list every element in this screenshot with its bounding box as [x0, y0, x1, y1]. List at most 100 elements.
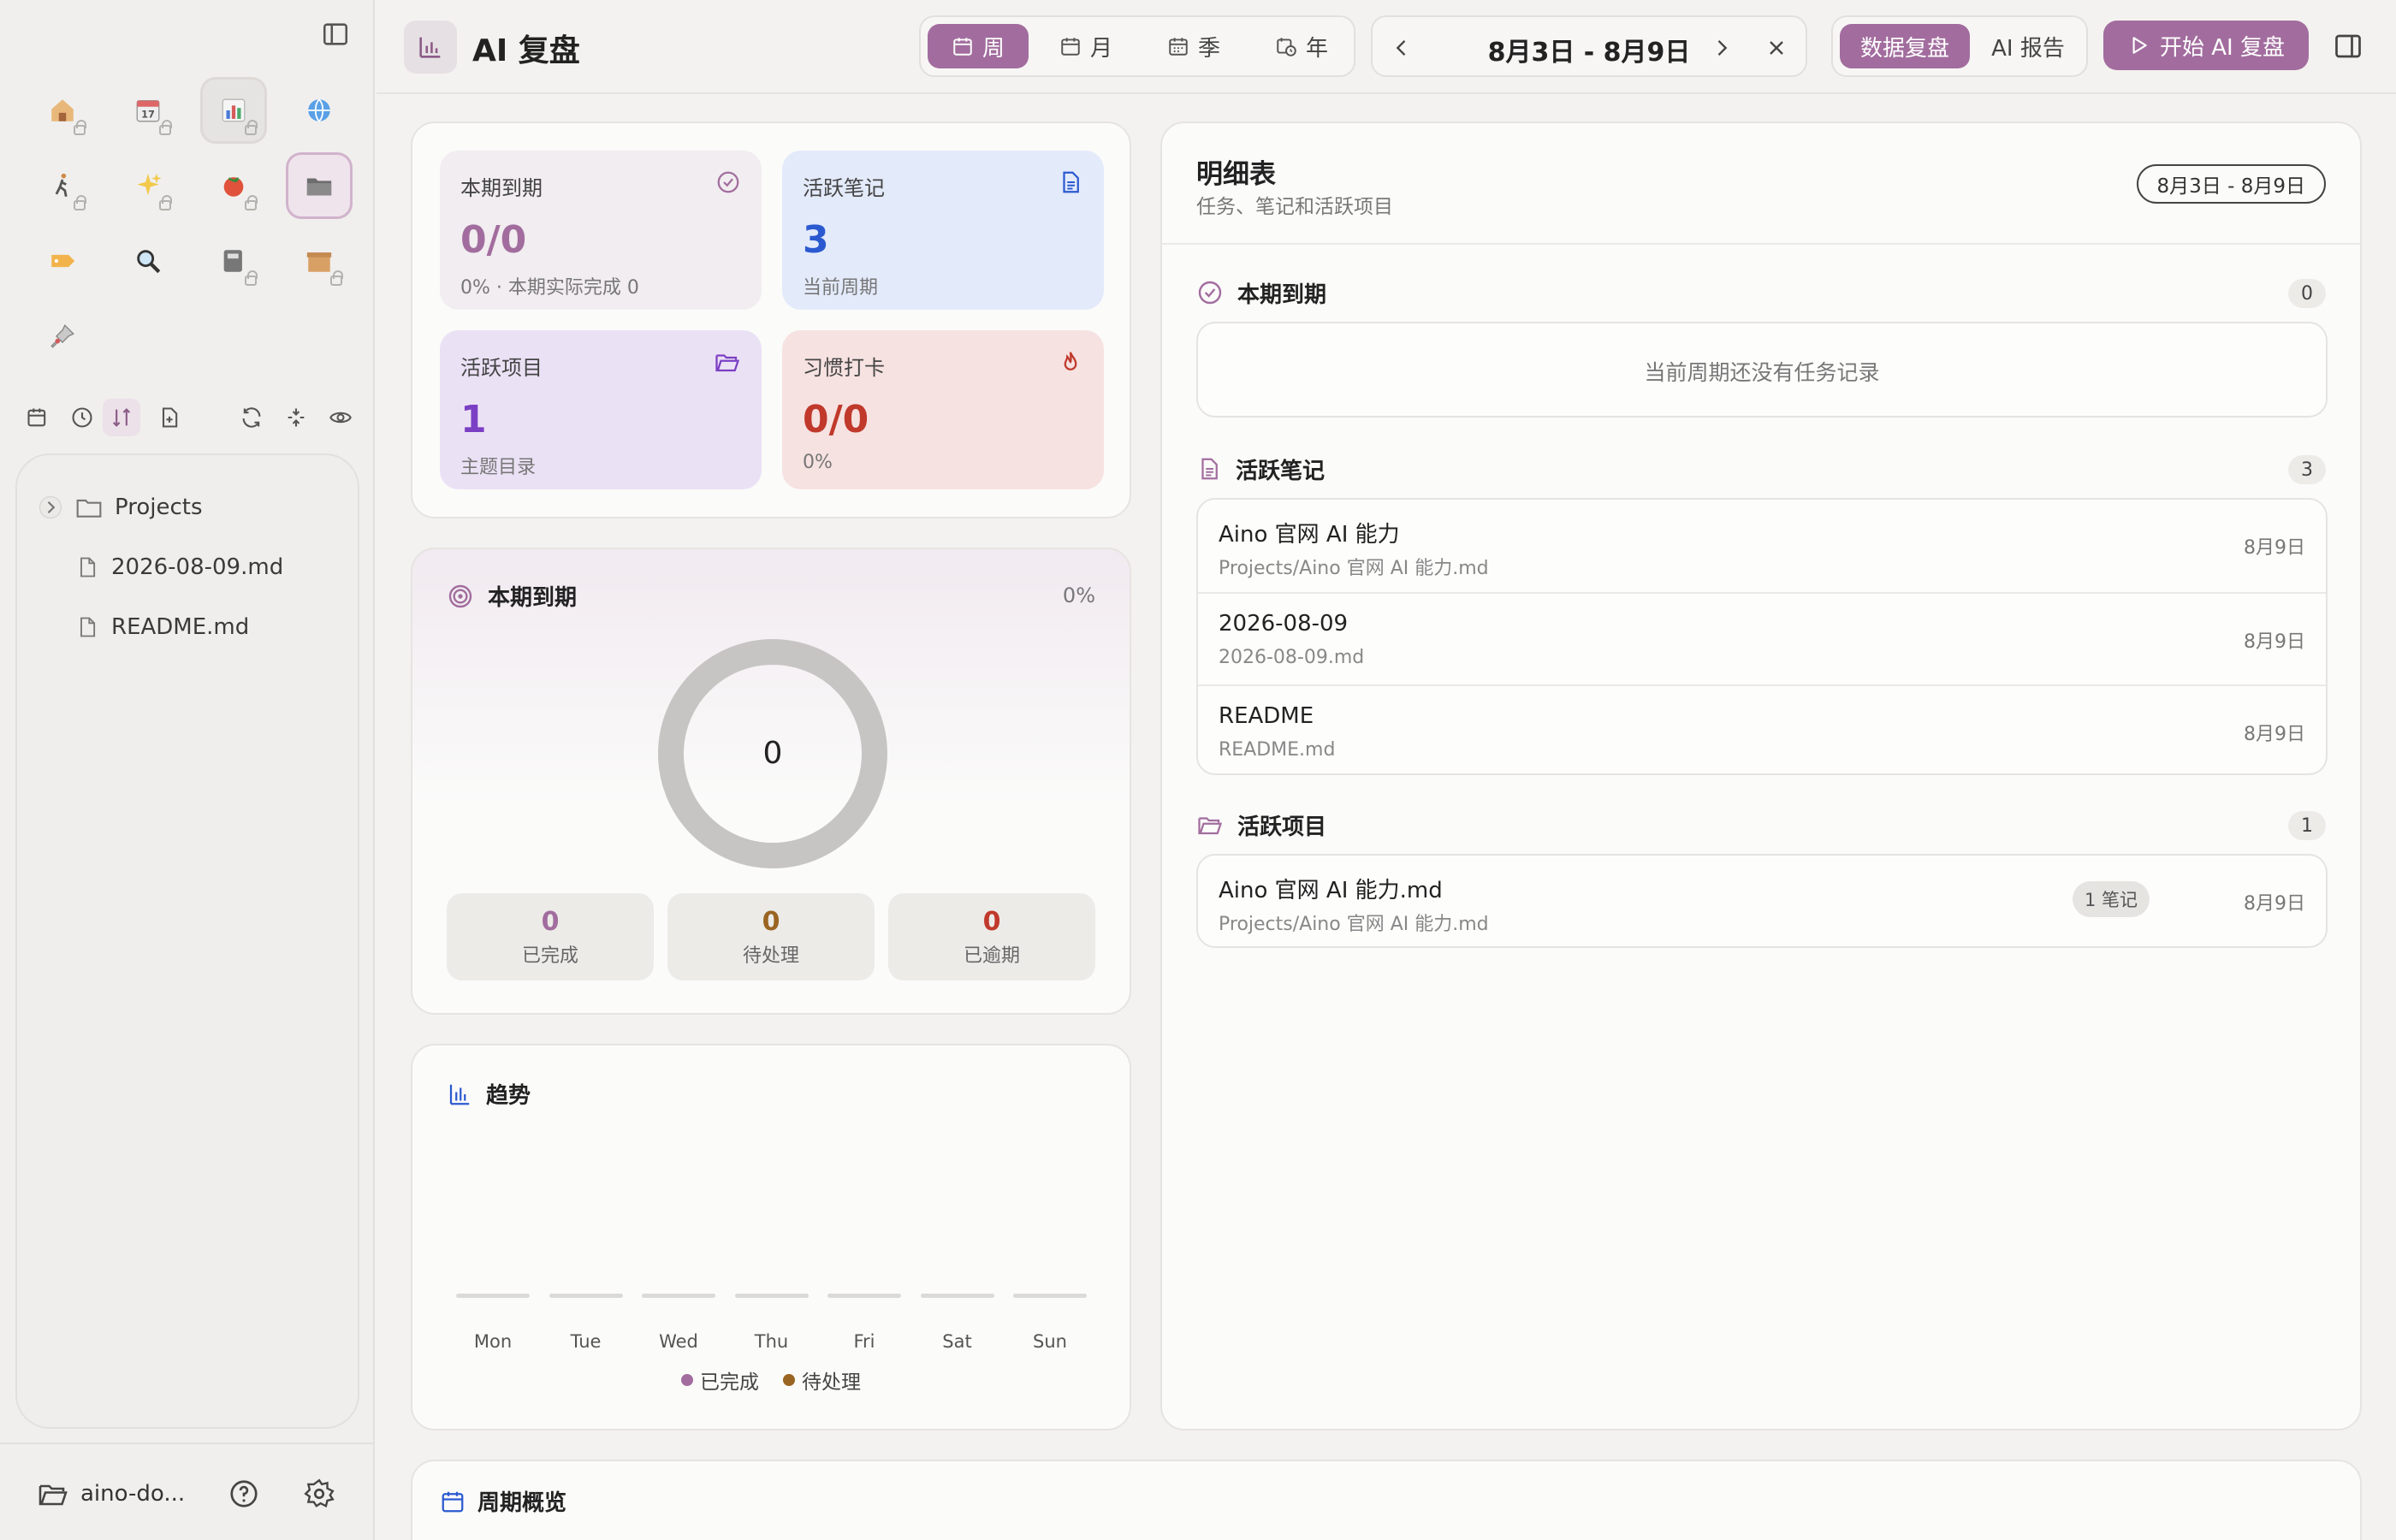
stat-value: 3: [803, 218, 829, 262]
pin-icon: [45, 319, 80, 353]
close-icon: [1770, 41, 1783, 55]
list-item[interactable]: Aino 官网 AI 能力 Projects/Aino 官网 AI 能力.md …: [1198, 500, 2326, 590]
overdue-label: 已逾期: [963, 945, 1020, 967]
help-button[interactable]: [228, 1475, 260, 1513]
folder-open-icon: [38, 1478, 68, 1509]
app-notebook[interactable]: [200, 228, 267, 294]
project-path: Projects/Aino 官网 AI 能力.md: [1219, 914, 1489, 935]
file-icon: [75, 554, 99, 580]
view-selector: 数据复盘 AI 报告: [1831, 15, 2088, 77]
app-folder[interactable]: [286, 152, 353, 219]
trend-legend: 已完成 待处理: [411, 1365, 1131, 1395]
section-count: 0: [2288, 279, 2326, 308]
bar-chart-icon: [449, 1084, 470, 1105]
stat-due[interactable]: 本期到期 0/0 0% · 本期实际完成 0: [440, 151, 762, 310]
tab-quarter[interactable]: 季: [1143, 24, 1244, 68]
refresh-button[interactable]: [233, 399, 270, 436]
trend-header: 趋势: [447, 1078, 531, 1110]
home-icon: [45, 93, 80, 127]
tab-label: 月: [1089, 35, 1112, 62]
list-item[interactable]: README README.md 8月9日: [1198, 684, 2326, 775]
note-date: 8月9日: [2244, 631, 2305, 653]
sort-icon: [112, 408, 131, 427]
app-ai[interactable]: [115, 152, 181, 219]
globe-icon: [302, 93, 336, 127]
lock-icon: [74, 120, 86, 135]
list-item[interactable]: Aino 官网 AI 能力.md Projects/Aino 官网 AI 能力.…: [1198, 856, 2326, 946]
tab-year[interactable]: 年: [1251, 24, 1352, 68]
reset-date-button[interactable]: [1758, 29, 1795, 67]
app-web[interactable]: [286, 77, 353, 144]
note-path: 2026-08-09.md: [1219, 647, 1365, 668]
app-calendar[interactable]: 17: [115, 77, 181, 144]
lock-icon: [159, 195, 172, 210]
sort-button[interactable]: [103, 399, 140, 436]
start-button-label: 开始 AI 复盘: [2160, 34, 2285, 61]
collapse-all-button[interactable]: [277, 399, 315, 436]
stat-label: 本期到期: [460, 176, 543, 200]
next-period-button[interactable]: [1703, 29, 1741, 67]
tab-month[interactable]: 月: [1035, 24, 1136, 68]
sidebar-toggle-icon: [323, 23, 348, 45]
list-item[interactable]: 2026-08-09 2026-08-09.md 8月9日: [1198, 592, 2326, 683]
lock-icon: [245, 120, 258, 135]
right-panel-toggle[interactable]: [2329, 27, 2367, 65]
tree-folder-projects[interactable]: Projects: [38, 486, 203, 529]
app-search[interactable]: [115, 228, 181, 294]
start-ai-review-button[interactable]: 开始 AI 复盘: [2103, 21, 2309, 70]
flame-icon: [1058, 349, 1083, 375]
recent-button[interactable]: [63, 399, 101, 436]
app-box[interactable]: [286, 228, 353, 294]
overview-title: 周期概览: [477, 1490, 567, 1516]
stat-label: 活跃笔记: [803, 176, 885, 200]
trend-bar-baseline: [734, 1294, 809, 1298]
settings-button[interactable]: [303, 1475, 335, 1513]
due-card-header: 本期到期: [447, 580, 577, 612]
stat-sub: 主题目录: [460, 457, 537, 478]
stat-notes[interactable]: 活跃笔记 3 当前周期: [782, 151, 1104, 310]
stat-projects[interactable]: 活跃项目 1 主题目录: [440, 330, 762, 489]
trend-title: 趋势: [486, 1083, 531, 1109]
new-daily-note-button[interactable]: [19, 399, 56, 436]
project-date: 8月9日: [2244, 893, 2305, 915]
tab-week[interactable]: 周: [928, 24, 1029, 68]
app-pin[interactable]: [29, 303, 96, 370]
trend-bar-baseline: [920, 1294, 994, 1298]
tab-data-review[interactable]: 数据复盘: [1840, 24, 1970, 68]
tab-ai-report[interactable]: AI 报告: [1973, 24, 2083, 68]
date-range-label[interactable]: 8月3日 - 8月9日: [1373, 31, 1806, 68]
note-path: README.md: [1219, 739, 1336, 761]
tree-item-label: 2026-08-09.md: [111, 554, 284, 580]
detail-projects-header: 活跃项目: [1196, 808, 1326, 842]
tree-file-daily[interactable]: 2026-08-09.md: [75, 546, 283, 589]
chevron-right-icon[interactable]: [38, 495, 63, 520]
overview-header: 周期概览: [440, 1485, 566, 1517]
new-file-button[interactable]: [151, 399, 188, 436]
due-center-value: 0: [762, 736, 783, 771]
section-title: 本期到期: [1237, 281, 1327, 308]
app-ai-review[interactable]: [200, 77, 267, 144]
app-pomodoro[interactable]: [200, 152, 267, 219]
app-habit[interactable]: [29, 152, 96, 219]
legend-swatch: [681, 1374, 693, 1386]
folder-open-icon: [714, 349, 741, 375]
stat-habits[interactable]: 习惯打卡 0/0 0%: [782, 330, 1104, 489]
file-tree: Projects 2026-08-09.md README.md: [15, 453, 359, 1429]
workspace-switcher[interactable]: aino-do...: [38, 1475, 185, 1513]
app-tags[interactable]: [29, 228, 96, 294]
top-header: AI 复盘 周 月 季 年 8月3日 - 8月9日 数据复盘 AI 报告 开始 …: [377, 0, 2396, 94]
detail-title: 明细表: [1196, 159, 1276, 190]
legend-label: 待处理: [802, 1371, 861, 1394]
legend-pending: 待处理: [783, 1365, 861, 1395]
trend-bar-baseline: [642, 1294, 715, 1298]
pending-value: 0: [762, 907, 780, 937]
tree-file-readme[interactable]: README.md: [75, 606, 249, 649]
app-home[interactable]: [29, 77, 96, 144]
toggle-visibility-button[interactable]: [322, 399, 359, 436]
divider: [1162, 243, 2360, 245]
sidebar-collapse-button[interactable]: [318, 17, 353, 51]
legend-completed: 已完成: [681, 1365, 759, 1395]
period-selector: 周 月 季 年: [919, 15, 1355, 77]
tab-label: 季: [1197, 35, 1220, 62]
stats-card: 本期到期 0/0 0% · 本期实际完成 0 活跃笔记 3 当前周期 活跃项目 …: [411, 121, 1131, 518]
